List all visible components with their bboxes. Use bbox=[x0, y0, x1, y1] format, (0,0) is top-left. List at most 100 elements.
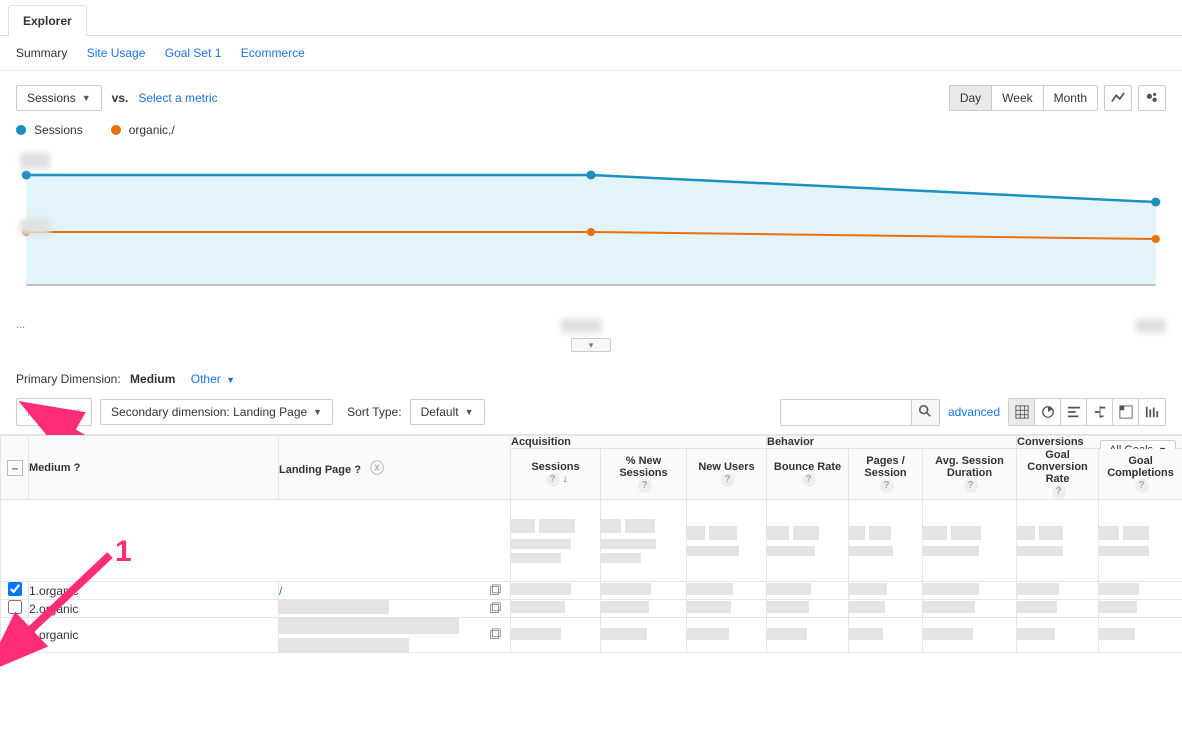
expand-chart-button[interactable]: ▾ bbox=[571, 338, 611, 352]
scope-ecommerce[interactable]: Ecommerce bbox=[241, 46, 305, 60]
table-row: 2.organic bbox=[1, 600, 1182, 618]
select-metric-link[interactable]: Select a metric bbox=[138, 91, 217, 105]
seg-week[interactable]: Week bbox=[992, 86, 1043, 110]
scope-site-usage[interactable]: Site Usage bbox=[87, 46, 146, 60]
group-conversions: Conversions All Goals ▼ bbox=[1017, 436, 1182, 449]
help-icon[interactable]: ? bbox=[1135, 479, 1149, 493]
help-icon[interactable]: ? bbox=[354, 464, 361, 476]
chevron-down-icon: ▼ bbox=[313, 407, 322, 417]
open-link-icon[interactable] bbox=[488, 628, 502, 642]
primary-dimension-label: Primary Dimension: bbox=[16, 372, 121, 386]
open-link-icon[interactable] bbox=[488, 602, 502, 616]
search-icon bbox=[918, 404, 932, 418]
primary-dimension-row: Primary Dimension: Medium Other ▼ bbox=[0, 362, 1182, 390]
legend-dot-icon bbox=[111, 125, 121, 135]
col-new-pct[interactable]: % New Sessions? bbox=[601, 449, 687, 500]
primary-dimension-value[interactable]: Medium bbox=[130, 372, 175, 386]
scope-goal-set-1[interactable]: Goal Set 1 bbox=[165, 46, 222, 60]
sort-arrow-icon: ↓ bbox=[563, 474, 568, 485]
dimension-other[interactable]: Other ▼ bbox=[191, 372, 235, 386]
chevron-down-icon: ▼ bbox=[465, 407, 474, 417]
row-index: 3. bbox=[29, 628, 39, 642]
col-landing[interactable]: Landing Page bbox=[279, 464, 351, 476]
scope-bar: Summary Site Usage Goal Set 1 Ecommerce bbox=[0, 36, 1182, 71]
row-landing-page[interactable]: / bbox=[279, 584, 282, 598]
view-group bbox=[1008, 398, 1166, 426]
row-checkbox[interactable] bbox=[8, 627, 22, 641]
view-comparison-icon[interactable] bbox=[1087, 399, 1113, 425]
help-icon[interactable]: ? bbox=[880, 479, 894, 493]
x-axis-label-blurred bbox=[561, 319, 601, 333]
col-new-users[interactable]: New Users? bbox=[687, 449, 767, 500]
secondary-dimension-dropdown[interactable]: Secondary dimension: Landing Page ▼ bbox=[100, 399, 333, 425]
row-index: 2. bbox=[29, 602, 39, 616]
advanced-link[interactable]: advanced bbox=[948, 405, 1000, 419]
view-cloud-icon[interactable] bbox=[1139, 399, 1165, 425]
view-pie-icon[interactable] bbox=[1035, 399, 1061, 425]
col-avg-dur[interactable]: Avg. Session Duration? bbox=[923, 449, 1017, 500]
x-axis-start: ... bbox=[16, 319, 25, 333]
view-bar-icon[interactable] bbox=[1061, 399, 1087, 425]
x-axis: ... bbox=[0, 317, 1182, 337]
metric-row: Sessions ▼ vs. Select a metric Day Week … bbox=[0, 71, 1182, 119]
col-medium[interactable]: Medium bbox=[29, 462, 71, 474]
table-row: 3.organic bbox=[1, 618, 1182, 653]
help-icon[interactable]: ? bbox=[546, 473, 560, 487]
tab-explorer[interactable]: Explorer bbox=[8, 5, 87, 36]
legend-dot-icon bbox=[16, 125, 26, 135]
scope-summary[interactable]: Summary bbox=[16, 46, 67, 60]
tab-bar: Explorer bbox=[0, 0, 1182, 36]
legend-item-sessions: Sessions bbox=[16, 123, 83, 137]
metric-dropdown[interactable]: Sessions ▼ bbox=[16, 85, 102, 111]
group-acquisition: Acquisition bbox=[511, 436, 767, 449]
time-segment-group: Day Week Month bbox=[949, 85, 1098, 111]
help-icon[interactable]: ? bbox=[964, 479, 978, 493]
seg-day[interactable]: Day bbox=[950, 86, 992, 110]
chart-expander: ▾ bbox=[0, 337, 1182, 362]
help-icon[interactable]: ? bbox=[721, 473, 735, 487]
help-icon[interactable]: ? bbox=[74, 462, 81, 474]
sort-type-value: Default bbox=[421, 405, 459, 419]
row-medium[interactable]: organic bbox=[39, 628, 278, 642]
plot-rows-button[interactable]: Plot Rows bbox=[16, 398, 92, 426]
col-conv-rate[interactable]: Goal Conversion Rate? bbox=[1017, 449, 1099, 500]
chart-type-motion-icon[interactable] bbox=[1138, 85, 1166, 111]
open-link-icon[interactable] bbox=[488, 584, 502, 598]
col-bounce[interactable]: Bounce Rate? bbox=[767, 449, 849, 500]
chart-type-line-icon[interactable] bbox=[1104, 85, 1132, 111]
col-sessions[interactable]: Sessions?↓ bbox=[511, 449, 601, 500]
legend-label: Sessions bbox=[34, 123, 83, 137]
sort-type-label: Sort Type: bbox=[347, 405, 401, 419]
help-icon[interactable]: ? bbox=[1052, 485, 1066, 499]
chart-area bbox=[0, 147, 1182, 317]
col-completions[interactable]: Goal Completions? bbox=[1099, 449, 1182, 500]
group-behavior: Behavior bbox=[767, 436, 1017, 449]
legend-label: organic,/ bbox=[129, 123, 175, 137]
search-box bbox=[780, 399, 940, 426]
seg-month[interactable]: Month bbox=[1044, 86, 1097, 110]
view-pivot-icon[interactable] bbox=[1113, 399, 1139, 425]
row-checkbox[interactable] bbox=[8, 600, 22, 614]
chart-legend: Sessions organic,/ bbox=[0, 119, 1182, 147]
col-pages[interactable]: Pages / Session? bbox=[849, 449, 923, 500]
view-table-icon[interactable] bbox=[1009, 399, 1035, 425]
secondary-dimension-label: Secondary dimension: Landing Page bbox=[111, 405, 307, 419]
vs-label: vs. bbox=[112, 91, 129, 105]
search-input[interactable] bbox=[781, 400, 911, 425]
help-icon[interactable]: ? bbox=[638, 479, 652, 493]
remove-dimension-icon[interactable]: ⓧ bbox=[370, 460, 384, 476]
help-icon[interactable]: ? bbox=[802, 473, 816, 487]
collapse-all-button[interactable]: – bbox=[7, 460, 23, 476]
table-row: 1.organic / bbox=[1, 582, 1182, 600]
row-index: 1. bbox=[29, 584, 39, 598]
row-medium[interactable]: organic bbox=[39, 602, 278, 616]
chevron-down-icon: ▼ bbox=[226, 375, 235, 385]
row-checkbox[interactable] bbox=[8, 582, 22, 596]
search-button[interactable] bbox=[911, 400, 939, 425]
sort-type-dropdown[interactable]: Default ▼ bbox=[410, 399, 485, 425]
toolbar: Plot Rows Secondary dimension: Landing P… bbox=[0, 390, 1182, 435]
y-axis-label-blurred bbox=[20, 153, 50, 169]
metric-dropdown-label: Sessions bbox=[27, 91, 76, 105]
chevron-down-icon: ▼ bbox=[82, 93, 91, 103]
row-medium[interactable]: organic bbox=[39, 584, 278, 598]
